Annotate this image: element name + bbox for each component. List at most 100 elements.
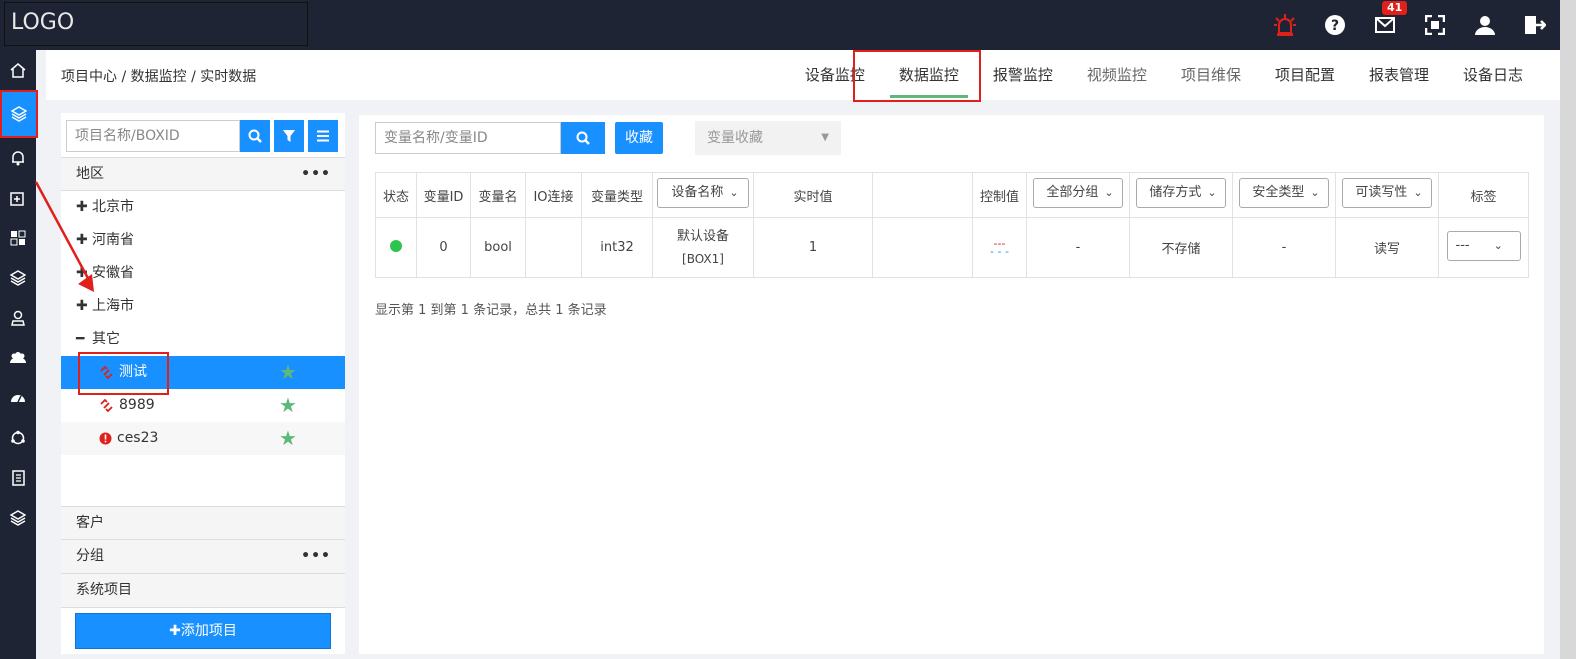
col-var-id[interactable]: 变量ID bbox=[416, 172, 471, 218]
chevron-down-icon: ⌄ bbox=[1413, 186, 1423, 199]
svg-text:?: ? bbox=[1331, 18, 1339, 34]
project-name: 8989 bbox=[119, 397, 155, 413]
favorite-star-icon[interactable]: ★ bbox=[279, 389, 297, 422]
col-control: 控制值 bbox=[972, 172, 1027, 218]
group-cell: - bbox=[1026, 217, 1130, 278]
device-cell: 默认设备 [BOX1] bbox=[652, 217, 754, 278]
system-header-label: 系统项目 bbox=[76, 582, 132, 598]
favorite-select-value: 变量收藏 bbox=[707, 130, 763, 146]
nav-cycle-icon[interactable] bbox=[0, 418, 36, 458]
box-name: [BOX1] bbox=[682, 251, 724, 266]
security-filter-value: 安全类型 bbox=[1252, 185, 1305, 200]
error-icon bbox=[99, 432, 112, 445]
col-tag: 标签 bbox=[1438, 172, 1529, 218]
mail-icon[interactable]: 41 bbox=[1360, 0, 1410, 50]
storage-cell: 不存储 bbox=[1129, 217, 1233, 278]
col-var-name[interactable]: 变量名 bbox=[470, 172, 526, 218]
tag-select-value: --- bbox=[1455, 237, 1470, 253]
control-cell[interactable]: --- - - - bbox=[972, 217, 1027, 278]
favorite-button[interactable]: 收藏 bbox=[615, 122, 663, 154]
chevron-down-icon: ⌄ bbox=[729, 186, 739, 199]
col-rw[interactable]: 可读写性 ⌄ bbox=[1335, 172, 1439, 218]
chevron-down-icon: ⌄ bbox=[1493, 238, 1503, 252]
tab-report-management[interactable]: 报表管理 bbox=[1352, 50, 1446, 100]
mail-badge: 41 bbox=[1382, 1, 1408, 15]
device-filter-select[interactable]: 设备名称 ⌄ bbox=[657, 178, 749, 208]
project-item[interactable]: ces23 ★ bbox=[61, 422, 345, 455]
group-header[interactable]: 分组 ••• bbox=[61, 540, 345, 574]
search-button[interactable] bbox=[240, 120, 270, 152]
alarm-light-icon[interactable] bbox=[1260, 0, 1310, 50]
var-name-cell: bool bbox=[470, 217, 526, 278]
table-header-row: 状态 变量ID 变量名 IO连接 变量类型 设备名称 ⌄ 实时值 控制值 全部分组… bbox=[375, 172, 1529, 218]
tab-device-log[interactable]: 设备日志 bbox=[1446, 50, 1540, 100]
variable-search-row: 变量名称/变量ID 收藏 变量收藏 ▼ bbox=[375, 121, 841, 155]
col-device-name[interactable]: 设备名称 ⌄ bbox=[652, 172, 754, 218]
tab-video-monitor[interactable]: 视频监控 bbox=[1070, 50, 1164, 100]
device-filter-value: 设备名称 bbox=[671, 185, 724, 200]
page-header: 项目中心 / 数据监控 / 实时数据 设备监控 数据监控 报警监控 视频监控 项… bbox=[46, 50, 1560, 100]
favorite-star-icon[interactable]: ★ bbox=[279, 356, 297, 389]
fullscreen-icon[interactable] bbox=[1410, 0, 1460, 50]
menu-button[interactable] bbox=[308, 120, 338, 152]
user-icon[interactable] bbox=[1460, 0, 1510, 50]
variable-search-button[interactable] bbox=[561, 122, 605, 154]
io-cell bbox=[525, 217, 582, 278]
rw-filter-select[interactable]: 可读写性 ⌄ bbox=[1342, 178, 1432, 208]
list-icon bbox=[317, 130, 329, 142]
tab-alarm-monitor[interactable]: 报警监控 bbox=[976, 50, 1070, 100]
customer-header-label: 客户 bbox=[76, 515, 104, 531]
search-icon bbox=[576, 131, 590, 145]
tab-highlight-annotation bbox=[853, 50, 981, 102]
col-var-type[interactable]: 变量类型 bbox=[581, 172, 653, 218]
top-bar: LOGO ? 41 bbox=[0, 0, 1560, 50]
tag-select[interactable]: --- ⌄ bbox=[1446, 230, 1521, 261]
device-name: 默认设备 bbox=[676, 228, 729, 244]
table-row[interactable]: 0 bool int32 默认设备 [BOX1] 1 --- - - - - 不 bbox=[375, 217, 1529, 278]
tag-cell[interactable]: --- ⌄ bbox=[1438, 217, 1529, 278]
rw-cell: 读写 bbox=[1335, 217, 1439, 278]
storage-filter-value: 储存方式 bbox=[1149, 185, 1202, 200]
nav-gauge-icon[interactable] bbox=[0, 378, 36, 418]
favorite-star-icon[interactable]: ★ bbox=[279, 422, 297, 455]
control-value[interactable]: --- - - - bbox=[973, 238, 1026, 258]
tab-project-config[interactable]: 项目配置 bbox=[1258, 50, 1352, 100]
col-group[interactable]: 全部分组 ⌄ bbox=[1026, 172, 1130, 218]
more-icon[interactable]: ••• bbox=[301, 540, 331, 572]
nav-layers2-icon[interactable] bbox=[0, 498, 36, 538]
chevron-down-icon: ⌄ bbox=[1104, 186, 1114, 199]
variable-search-input[interactable]: 变量名称/变量ID bbox=[375, 122, 561, 154]
col-status: 状态 bbox=[375, 172, 417, 218]
control-value-underline: - - - bbox=[990, 244, 1009, 258]
col-storage[interactable]: 储存方式 ⌄ bbox=[1129, 172, 1233, 218]
pagination-summary: 显示第 1 到第 1 条记录，总共 1 条记录 bbox=[375, 303, 607, 318]
nav-team-icon[interactable] bbox=[0, 338, 36, 378]
customer-header[interactable]: 客户 bbox=[61, 506, 345, 540]
tab-project-maintenance[interactable]: 项目维保 bbox=[1164, 50, 1258, 100]
window-edge bbox=[1560, 0, 1576, 659]
group-filter-select[interactable]: 全部分组 ⌄ bbox=[1033, 178, 1123, 208]
add-project-button[interactable]: ✚添加项目 bbox=[75, 613, 331, 649]
chevron-down-icon: ⌄ bbox=[1207, 186, 1217, 199]
tree-region-label: 其它 bbox=[92, 331, 120, 347]
filter-button[interactable] bbox=[274, 120, 304, 152]
col-security[interactable]: 安全类型 ⌄ bbox=[1232, 172, 1336, 218]
system-project-header[interactable]: 系统项目 bbox=[61, 574, 345, 608]
help-icon[interactable]: ? bbox=[1310, 0, 1360, 50]
realtime-cell: 1 bbox=[753, 217, 873, 278]
favorite-select[interactable]: 变量收藏 ▼ bbox=[695, 121, 841, 155]
online-status-icon bbox=[390, 239, 402, 252]
filter-icon bbox=[283, 130, 295, 142]
col-io: IO连接 bbox=[525, 172, 582, 218]
data-panel: 变量名称/变量ID 收藏 变量收藏 ▼ 状态 变量ID 变量名 IO连接 变量类… bbox=[359, 115, 1544, 654]
more-icon[interactable]: ••• bbox=[301, 158, 331, 190]
nav-document-icon[interactable] bbox=[0, 458, 36, 498]
variable-table: 状态 变量ID 变量名 IO连接 变量类型 设备名称 ⌄ 实时值 控制值 全部分组… bbox=[375, 172, 1529, 278]
col-blank bbox=[872, 172, 973, 218]
storage-filter-select[interactable]: 储存方式 ⌄ bbox=[1136, 178, 1226, 208]
project-name: ces23 bbox=[117, 430, 159, 446]
blank-cell bbox=[872, 217, 973, 278]
top-icons: ? 41 bbox=[1260, 0, 1560, 50]
logout-icon[interactable] bbox=[1510, 0, 1560, 50]
security-filter-select[interactable]: 安全类型 ⌄ bbox=[1239, 178, 1329, 208]
